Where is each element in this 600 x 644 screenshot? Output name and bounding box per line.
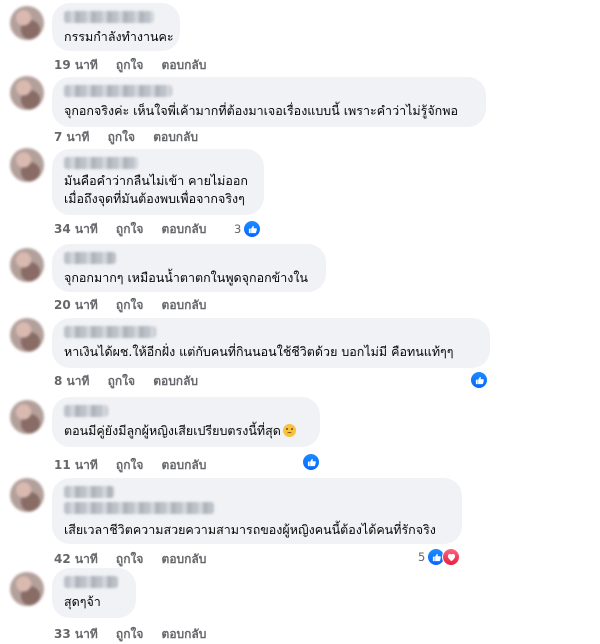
comment-text-content: ตอนมีคู่ยังมีลูกผู้หญิงเสียเปรียบตรงนี้ท… — [64, 423, 281, 438]
reaction-count: 5 — [418, 550, 426, 564]
commenter-name[interactable] — [64, 157, 138, 169]
comment-text: จุกอกมากๆ เหมือนน้ำตาตกในพูดจุกอกข้างใน — [64, 270, 308, 285]
comment-time[interactable]: 42 นาที — [54, 552, 98, 566]
avatar[interactable] — [10, 76, 44, 110]
comment-time[interactable]: 34 นาที — [54, 222, 98, 236]
commenter-name[interactable] — [64, 85, 172, 97]
reaction-count: 3 — [234, 222, 242, 236]
reply-link[interactable]: ตอบกลับ — [162, 552, 207, 566]
avatar[interactable] — [10, 400, 44, 434]
reaction-summary[interactable] — [302, 453, 320, 471]
reply-link[interactable]: ตอบกลับ — [153, 374, 198, 388]
comment-text: ตอนมีคู่ยังมีลูกผู้หญิงเสียเปรียบตรงนี้ท… — [64, 421, 296, 440]
avatar[interactable] — [10, 148, 44, 182]
like-icon — [243, 220, 262, 238]
reaction-summary[interactable] — [470, 371, 488, 389]
comment-meta: 19 นาที ถูกใจ ตอบกลับ — [54, 56, 220, 75]
commenter-name[interactable] — [64, 326, 156, 338]
comment-time[interactable]: 8 นาที — [54, 374, 89, 388]
avatar[interactable] — [10, 572, 44, 606]
like-link[interactable]: ถูกใจ — [108, 374, 135, 388]
reply-link[interactable]: ตอบกลับ — [162, 458, 207, 472]
reply-link[interactable]: ตอบกลับ — [153, 130, 198, 144]
reply-link[interactable]: ตอบกลับ — [162, 222, 207, 236]
like-link[interactable]: ถูกใจ — [116, 552, 143, 566]
like-icon — [470, 371, 488, 389]
love-icon — [442, 548, 461, 566]
reply-link[interactable]: ตอบกลับ — [162, 298, 207, 312]
comment-meta: 11 นาที ถูกใจ ตอบกลับ — [54, 456, 220, 475]
comment-bubble: ตอนมีคู่ยังมีลูกผู้หญิงเสียเปรียบตรงนี้ท… — [52, 397, 320, 447]
commenter-name[interactable] — [64, 11, 154, 23]
commenter-name-extra — [64, 502, 214, 514]
comment-text-line-1: มันคือคำว่ากลืนไม่เข้า คายไม่ออก — [64, 173, 248, 188]
reaction-summary[interactable]: 5 — [418, 548, 461, 566]
like-link[interactable]: ถูกใจ — [116, 458, 143, 472]
comment-meta: 7 นาที ถูกใจ ตอบกลับ — [54, 128, 212, 147]
avatar[interactable] — [10, 318, 44, 352]
comment-bubble: เสียเวลาชีวิตความสวยความสามารถของผู้หญิง… — [52, 478, 462, 544]
comment-time[interactable]: 11 นาที — [54, 458, 98, 472]
comment-bubble: จุกอกมากๆ เหมือนน้ำตาตกในพูดจุกอกข้างใน — [52, 244, 326, 292]
like-link[interactable]: ถูกใจ — [116, 222, 143, 236]
commenter-name[interactable] — [64, 486, 114, 498]
comment-time[interactable]: 7 นาที — [54, 130, 89, 144]
commenter-name[interactable] — [64, 405, 108, 417]
comment-text: จุกอกจริงค่ะ เห็นใจพี่เค้ามากที่ต้องมาเจ… — [64, 103, 458, 118]
comment-text-line-2: เมื่อถึงจุดที่มันต้องพบเพื่อจากจริงๆ — [64, 191, 245, 206]
comment-bubble: จุกอกจริงค่ะ เห็นใจพี่เค้ามากที่ต้องมาเจ… — [52, 77, 486, 127]
reply-link[interactable]: ตอบกลับ — [162, 627, 207, 641]
comment-text: กรรมกำลังทำงานคะ — [64, 29, 174, 44]
sad-emoji-icon — [282, 424, 296, 437]
comment-bubble: กรรมกำลังทำงานคะ — [52, 3, 180, 51]
comment-bubble: หาเงินได้ผช.ให้อีกฝั่ง แต่กับคนที่กินนอน… — [52, 318, 490, 368]
like-icon — [302, 453, 320, 471]
like-link[interactable]: ถูกใจ — [108, 130, 135, 144]
commenter-name[interactable] — [64, 576, 118, 588]
comment-meta: 42 นาที ถูกใจ ตอบกลับ — [54, 550, 220, 569]
comment-bubble: มันคือคำว่ากลืนไม่เข้า คายไม่ออก เมื่อถึ… — [52, 149, 264, 215]
like-link[interactable]: ถูกใจ — [116, 298, 143, 312]
comment-meta: 34 นาที ถูกใจ ตอบกลับ — [54, 220, 220, 239]
comment-text: หาเงินได้ผช.ให้อีกฝั่ง แต่กับคนที่กินนอน… — [64, 344, 454, 359]
avatar[interactable] — [10, 6, 44, 40]
avatar[interactable] — [10, 248, 44, 282]
comment-meta: 33 นาที ถูกใจ ตอบกลับ — [54, 625, 220, 644]
like-link[interactable]: ถูกใจ — [116, 58, 143, 72]
comment-time[interactable]: 33 นาที — [54, 627, 98, 641]
comment-meta: 8 นาที ถูกใจ ตอบกลับ — [54, 372, 212, 391]
like-link[interactable]: ถูกใจ — [116, 627, 143, 641]
comment-time[interactable]: 19 นาที — [54, 58, 98, 72]
commenter-name[interactable] — [64, 252, 116, 264]
comment-time[interactable]: 20 นาที — [54, 298, 98, 312]
comment-text: เสียเวลาชีวิตความสวยความสามารถของผู้หญิง… — [64, 522, 436, 537]
reply-link[interactable]: ตอบกลับ — [162, 58, 207, 72]
comment-bubble: สุดๆจ้า — [52, 568, 136, 618]
reaction-summary[interactable]: 3 — [234, 220, 262, 238]
comment-meta: 20 นาที ถูกใจ ตอบกลับ — [54, 296, 220, 315]
comment-text: สุดๆจ้า — [64, 594, 101, 609]
avatar[interactable] — [10, 478, 44, 512]
